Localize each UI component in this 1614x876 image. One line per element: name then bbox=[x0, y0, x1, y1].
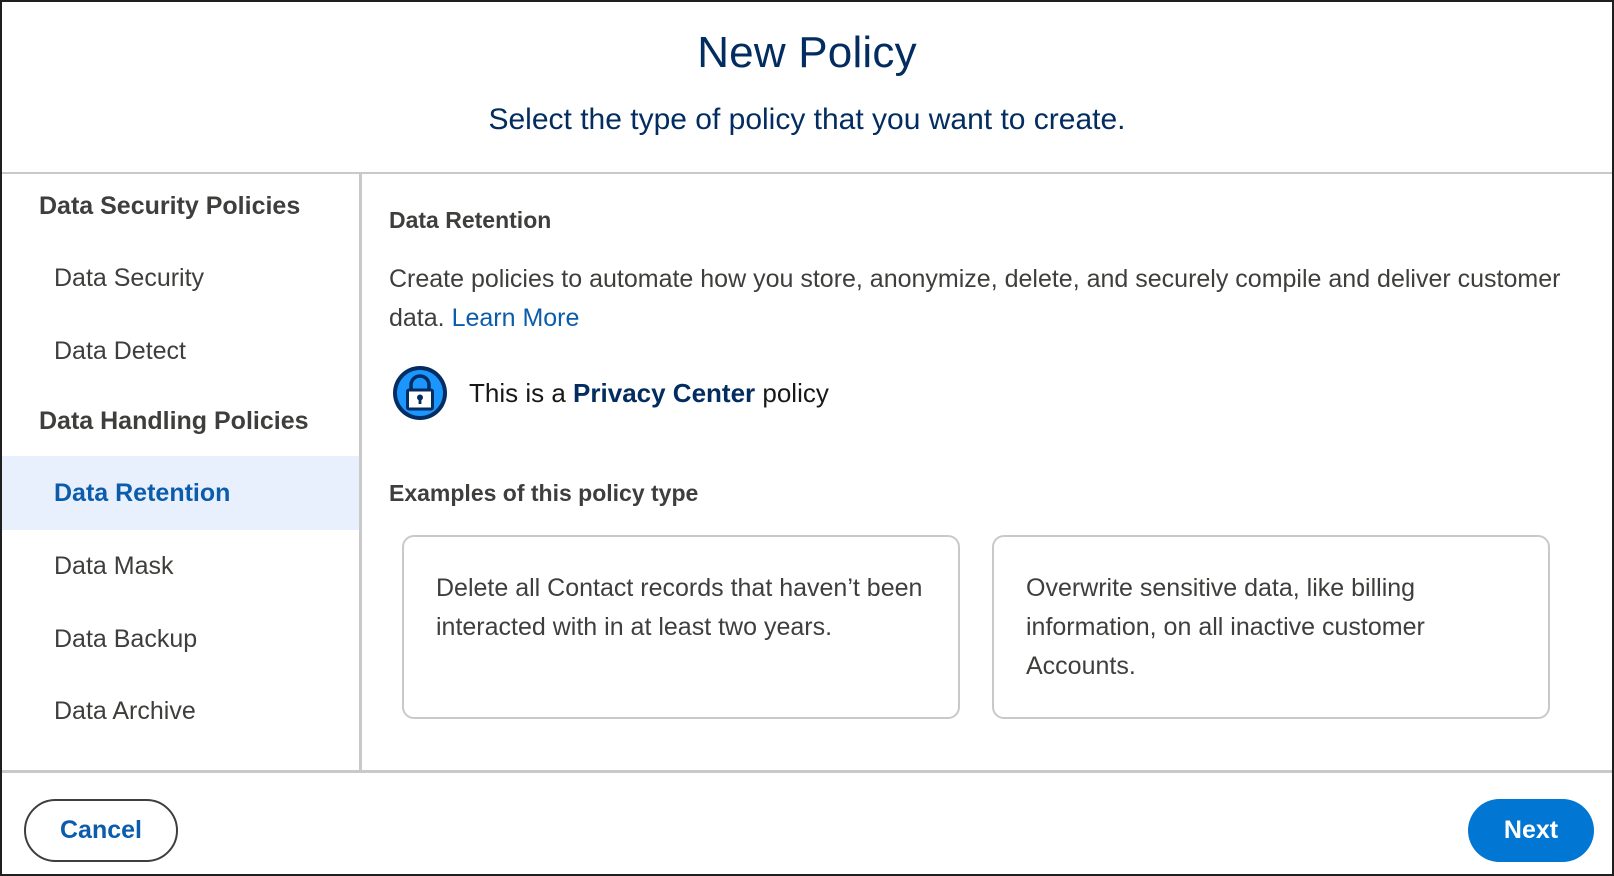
privacy-center-label: Privacy Center bbox=[573, 378, 756, 408]
sidebar-item-data-mask[interactable]: Data Mask bbox=[2, 529, 359, 603]
sidebar-item-data-detect[interactable]: Data Detect bbox=[2, 314, 359, 388]
dialog-footer: Cancel Next bbox=[2, 770, 1612, 876]
examples-title: Examples of this policy type bbox=[389, 480, 699, 506]
policy-type-sidebar: Data Security Policies Data Security Dat… bbox=[2, 174, 362, 770]
sidebar-item-data-archive[interactable]: Data Archive bbox=[2, 674, 359, 748]
example-card: Overwrite sensitive data, like billing i… bbox=[992, 535, 1550, 719]
sidebar-group-heading-handling: Data Handling Policies bbox=[39, 407, 309, 435]
dialog-header: New Policy Select the type of policy tha… bbox=[2, 2, 1612, 174]
policy-description: Create policies to automate how you stor… bbox=[389, 260, 1589, 338]
privacy-center-text: This is a Privacy Center policy bbox=[469, 378, 829, 409]
dialog-subtitle: Select the type of policy that you want … bbox=[488, 103, 1126, 136]
dialog-title: New Policy bbox=[697, 28, 917, 77]
privacy-suffix: policy bbox=[762, 378, 829, 408]
sidebar-item-data-backup[interactable]: Data Backup bbox=[2, 602, 359, 676]
sidebar-group-heading-security: Data Security Policies bbox=[39, 192, 301, 220]
cancel-button[interactable]: Cancel bbox=[24, 799, 178, 862]
lock-icon bbox=[393, 366, 447, 420]
learn-more-link[interactable]: Learn More bbox=[452, 304, 580, 332]
privacy-prefix: This is a bbox=[469, 378, 566, 408]
sidebar-item-data-retention[interactable]: Data Retention bbox=[2, 456, 359, 530]
new-policy-dialog: New Policy Select the type of policy tha… bbox=[0, 0, 1614, 876]
section-title: Data Retention bbox=[389, 207, 552, 233]
policy-details-panel: Data Retention Create policies to automa… bbox=[365, 174, 1614, 770]
example-card: Delete all Contact records that haven’t … bbox=[402, 535, 960, 719]
sidebar-item-data-security[interactable]: Data Security bbox=[2, 241, 359, 315]
next-button[interactable]: Next bbox=[1468, 799, 1594, 862]
